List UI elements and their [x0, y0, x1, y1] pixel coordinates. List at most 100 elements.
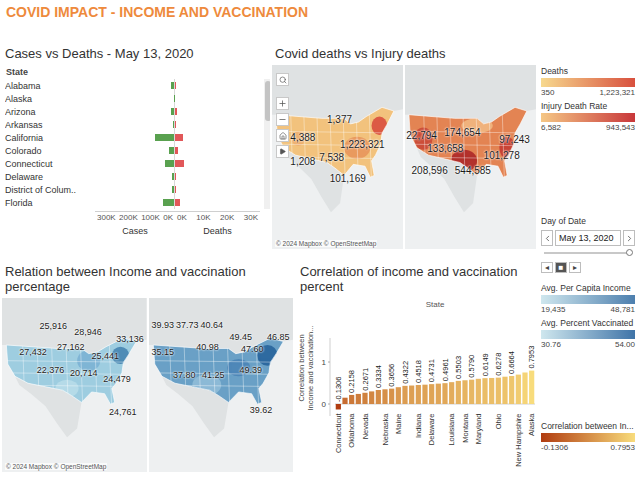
bar[interactable]: [369, 391, 374, 404]
bar[interactable]: [489, 378, 494, 404]
bar[interactable]: [362, 393, 367, 404]
map-attribution: © 2024 Mapbox © OpenStreetMap: [275, 240, 377, 247]
cases-bar[interactable]: [172, 173, 174, 180]
playback-button[interactable]: ▸: [569, 262, 581, 273]
chevron-right-icon: [625, 234, 634, 243]
bar[interactable]: [462, 380, 467, 404]
playback-button[interactable]: ■: [555, 262, 567, 273]
axis-tick: 1: [322, 358, 327, 367]
bar[interactable]: [509, 376, 514, 404]
bar[interactable]: [376, 390, 381, 404]
bar[interactable]: [496, 378, 501, 404]
map-label: 133,658: [427, 144, 463, 154]
state-row[interactable]: California: [5, 131, 260, 144]
map-label: 101,278: [484, 151, 520, 161]
state-row[interactable]: District of Colum..: [5, 183, 260, 196]
date-slider[interactable]: [544, 252, 632, 254]
reset-view-button[interactable]: [276, 129, 289, 142]
panel-title: Relation between Income and vaccination …: [0, 256, 295, 298]
bar[interactable]: [396, 387, 401, 404]
map[interactable]: 4,3881,3771,223,3211,2087,538101,169© 20…: [272, 65, 403, 249]
bar[interactable]: [429, 384, 434, 404]
legend-column: Deaths3501,223,321Injury Death Rate6,582…: [538, 0, 637, 482]
state-row[interactable]: Delaware: [5, 170, 260, 183]
state-row[interactable]: Florida: [5, 196, 260, 209]
bar[interactable]: [336, 404, 341, 409]
cases-bar[interactable]: [172, 186, 174, 193]
bar[interactable]: [436, 384, 441, 404]
correlation-bar-chart: StateCorrelation betweenIncome and vacci…: [295, 298, 538, 476]
bar[interactable]: [469, 380, 474, 404]
cases-bar[interactable]: [169, 147, 174, 154]
state-row[interactable]: Alabama: [5, 79, 260, 92]
zoom-out-button[interactable]: [276, 113, 289, 126]
bar[interactable]: [476, 379, 481, 404]
cases-bar[interactable]: [174, 95, 175, 102]
deaths-bar[interactable]: [175, 95, 176, 102]
pan-button[interactable]: [276, 145, 289, 158]
deaths-bar[interactable]: [175, 173, 176, 180]
axis-row: 300K200K100K0K0K10K20K30K: [0, 211, 270, 222]
map-label: 39.93: [151, 321, 174, 330]
bar[interactable]: [482, 378, 487, 404]
deaths-bar[interactable]: [175, 199, 180, 206]
deaths-bar[interactable]: [175, 160, 184, 167]
bar[interactable]: [402, 386, 407, 404]
state-list[interactable]: AlabamaAlaskaArizonaArkansasCaliforniaCo…: [0, 79, 270, 209]
scrollbar[interactable]: [264, 79, 270, 209]
slider-knob[interactable]: [626, 249, 633, 256]
dashboard-title: COVID IMPACT - INCOME AND VACCINATION: [0, 0, 538, 24]
map[interactable]: 22,794174,654133,65897,243101,278208,596…: [405, 65, 536, 249]
date-dropdown[interactable]: May 13, 2020: [555, 230, 621, 246]
previous-date-button[interactable]: [541, 230, 553, 246]
cases-bar[interactable]: [155, 134, 174, 141]
playback-button[interactable]: ◂: [541, 262, 553, 273]
bar-value: 0.6149: [481, 353, 490, 376]
bar[interactable]: [529, 371, 534, 404]
bar[interactable]: [349, 395, 354, 404]
deaths-bar[interactable]: [175, 121, 176, 128]
bar[interactable]: [382, 389, 387, 404]
bar[interactable]: [409, 386, 414, 404]
cases-bar[interactable]: [171, 108, 174, 115]
deaths-bar[interactable]: [175, 82, 176, 89]
state-row[interactable]: Colorado: [5, 144, 260, 157]
state-row[interactable]: Arizona: [5, 105, 260, 118]
bar[interactable]: [456, 381, 461, 404]
state-label: Maryland: [474, 413, 483, 444]
deaths-bar[interactable]: [175, 186, 176, 193]
chevron-left-icon: [543, 234, 552, 243]
state-row[interactable]: Arkansas: [5, 118, 260, 131]
bar[interactable]: [342, 398, 347, 404]
zoom-in-button[interactable]: [276, 97, 289, 110]
deaths-bar[interactable]: [175, 134, 183, 141]
bar[interactable]: [502, 377, 507, 404]
cases-bar[interactable]: [171, 82, 174, 89]
state-row[interactable]: Alaska: [5, 92, 260, 105]
search-button[interactable]: [276, 73, 289, 86]
next-date-button[interactable]: [623, 230, 635, 246]
state-name: Arizona: [5, 107, 95, 117]
state-row[interactable]: Connecticut: [5, 157, 260, 170]
bar[interactable]: [449, 382, 454, 404]
panel-title: Correlation of income and vaccination pe…: [295, 256, 538, 298]
cases-bar[interactable]: [173, 121, 174, 128]
scrollbar-thumb[interactable]: [265, 81, 270, 121]
bar[interactable]: [516, 375, 521, 404]
bar[interactable]: [389, 389, 394, 404]
legend-range: 6,582943,543: [541, 122, 635, 132]
bar[interactable]: [522, 373, 527, 405]
map[interactable]: 39.9337.7340.6449.4535.1540.9847.6046.85…: [149, 298, 294, 472]
cases-bar[interactable]: [165, 160, 174, 167]
dashboard-main: COVID IMPACT - INCOME AND VACCINATIONCas…: [0, 0, 538, 482]
map-label: 40.64: [201, 321, 224, 330]
bar[interactable]: [442, 383, 447, 404]
bar[interactable]: [416, 385, 421, 404]
bar[interactable]: [422, 385, 427, 404]
bar[interactable]: [356, 394, 361, 404]
map-label: 35.15: [151, 348, 174, 357]
cases-bar[interactable]: [163, 199, 174, 206]
map[interactable]: 25,91628,94627,43227,16225,44133,13622,3…: [2, 298, 147, 472]
deaths-bar[interactable]: [175, 108, 177, 115]
deaths-bar[interactable]: [175, 147, 178, 154]
